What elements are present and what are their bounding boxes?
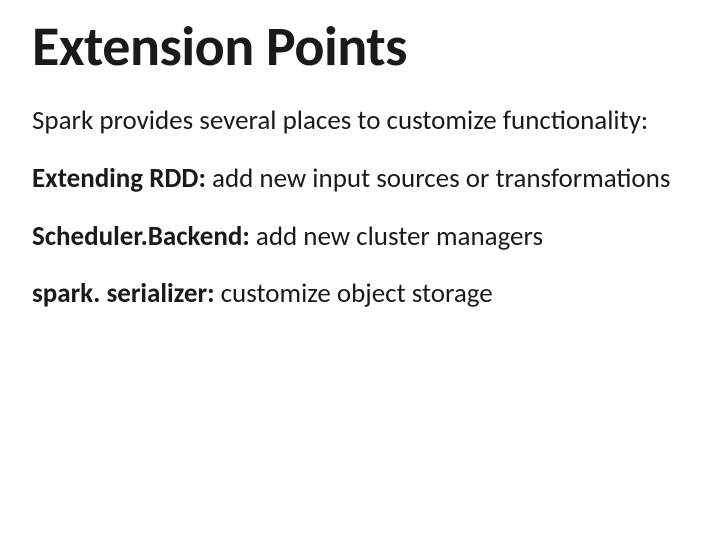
- slide-title: Extension Points: [32, 18, 688, 77]
- point-lead: spark. serializer:: [32, 277, 215, 310]
- point-scheduler-backend: Scheduler.Backend: add new cluster manag…: [32, 221, 688, 253]
- intro-text: Spark provides several places to customi…: [32, 105, 688, 137]
- point-rest: customize object storage: [215, 277, 493, 310]
- slide-body: Spark provides several places to customi…: [32, 105, 688, 310]
- point-extending-rdd: Extending RDD: add new input sources or …: [32, 163, 688, 195]
- point-rest: add new cluster managers: [250, 220, 543, 253]
- slide: Extension Points Spark provides several …: [0, 0, 720, 540]
- point-rest: add new input sources or transformations: [206, 162, 671, 195]
- point-spark-serializer: spark. serializer: customize object stor…: [32, 278, 688, 310]
- point-lead: Scheduler.Backend:: [32, 220, 250, 253]
- point-lead: Extending RDD:: [32, 162, 206, 195]
